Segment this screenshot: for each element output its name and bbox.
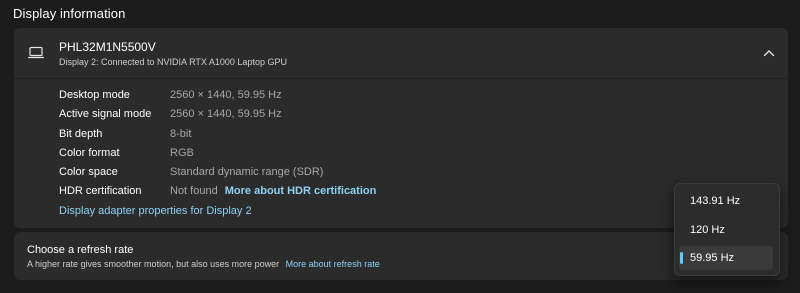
hdr-certification-link[interactable]: More about HDR certification [225, 185, 377, 197]
monitor-connection: Display 2: Connected to NVIDIA RTX A1000… [59, 57, 287, 67]
collapse-button[interactable] [756, 40, 782, 66]
refresh-rate-description: A higher rate gives smoother motion, but… [27, 259, 280, 269]
info-label: HDR certification [59, 185, 142, 198]
refresh-rate-description-row: A higher rate gives smoother motion, but… [27, 259, 380, 269]
refresh-rate-card: Choose a refresh rate A higher rate give… [14, 232, 788, 280]
info-value-with-link: Not found More about HDR certification [170, 182, 376, 201]
laptop-monitor-icon [27, 46, 45, 60]
option-label: 120 Hz [690, 224, 725, 236]
display-information-page: Display information PHL32M1N5500V Displa… [0, 0, 800, 293]
selection-indicator [680, 252, 683, 264]
info-label: Color space [59, 166, 118, 179]
info-value: Standard dynamic range (SDR) [170, 166, 324, 179]
dropdown-option-143-91[interactable]: 143.91 Hz [679, 189, 773, 213]
info-value: 8-bit [170, 127, 192, 140]
display-info-card: PHL32M1N5500V Display 2: Connected to NV… [14, 28, 788, 228]
info-value: RGB [170, 146, 194, 159]
info-value: 2560 × 1440, 59.95 Hz [170, 89, 282, 101]
info-label: Desktop mode [59, 89, 130, 101]
refresh-rate-title: Choose a refresh rate [27, 244, 134, 256]
section-title: Display information [13, 6, 126, 21]
info-value: Not found [170, 185, 218, 198]
option-label: 143.91 Hz [690, 195, 741, 207]
chevron-up-icon [763, 44, 775, 62]
info-label: Color format [59, 146, 120, 159]
info-label: Bit depth [59, 127, 103, 140]
display-card-header[interactable]: PHL32M1N5500V Display 2: Connected to NV… [14, 28, 788, 79]
info-label: Active signal mode [59, 108, 152, 121]
dropdown-option-120[interactable]: 120 Hz [679, 218, 773, 242]
refresh-rate-dropdown[interactable]: 143.91 Hz 120 Hz 59.95 Hz [674, 183, 780, 276]
info-value: 2560 × 1440, 59.95 Hz [170, 108, 282, 121]
monitor-name: PHL32M1N5500V [59, 40, 156, 54]
display-adapter-properties-link[interactable]: Display adapter properties for Display 2 [59, 205, 252, 217]
dropdown-option-59-95-selected[interactable]: 59.95 Hz [679, 246, 773, 270]
option-label: 59.95 Hz [690, 252, 735, 264]
refresh-rate-link[interactable]: More about refresh rate [286, 259, 380, 269]
